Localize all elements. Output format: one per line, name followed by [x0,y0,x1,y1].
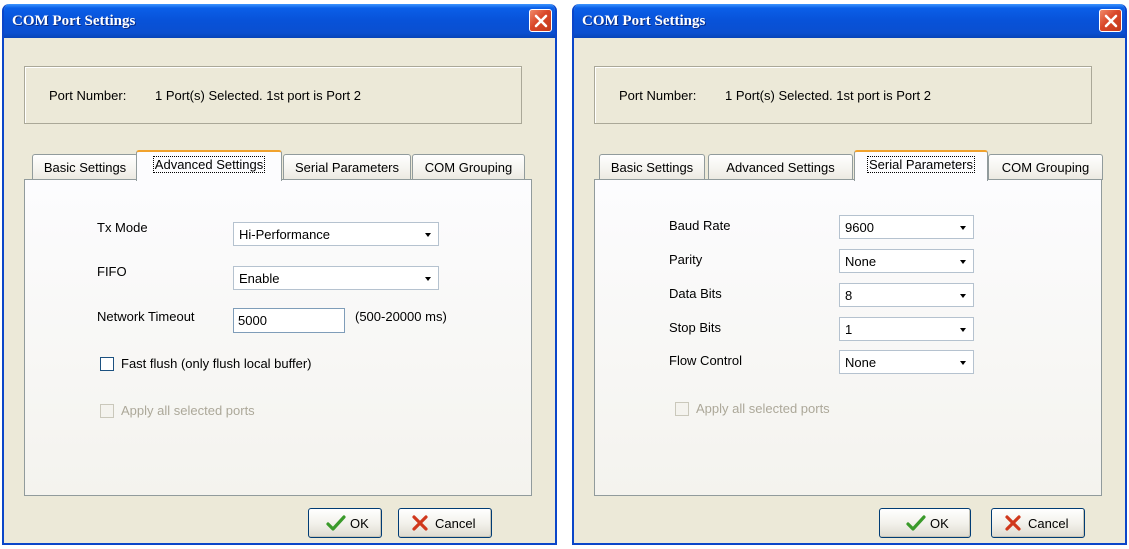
settings-tabs: Basic Settings Advanced Settings Serial … [24,150,544,181]
com-port-settings-dialog-serial: COM Port Settings Port Number: 1 Port(s)… [572,4,1127,545]
x-icon [412,515,428,531]
port-number-label: Port Number: [49,88,127,103]
chevron-down-icon[interactable] [954,217,972,237]
port-number-value: 1 Port(s) Selected. 1st port is Port 2 [155,88,361,103]
ok-button[interactable]: OK [879,508,971,538]
tab-com-grouping[interactable]: COM Grouping [412,154,525,180]
chevron-down-icon[interactable] [954,251,972,271]
close-button[interactable] [529,9,552,32]
tab-advanced-settings[interactable]: Advanced Settings [136,150,282,181]
tab-serial-parameters[interactable]: Serial Parameters [854,150,988,181]
tab-serial-parameters[interactable]: Serial Parameters [283,154,411,180]
com-port-settings-dialog-advanced: COM Port Settings Port Number: 1 Port(s)… [2,4,557,545]
parity-label: Parity [669,252,703,267]
close-icon [1104,14,1118,28]
flow-control-label: Flow Control [669,353,742,368]
baud-rate-label: Baud Rate [669,218,731,233]
network-timeout-input[interactable] [233,308,345,333]
serial-parameters-panel: Baud Rate 9600 Parity None Data Bits 8 S… [594,179,1102,496]
window-title: COM Port Settings [12,13,136,29]
chevron-down-icon[interactable] [954,285,972,305]
tab-basic-settings[interactable]: Basic Settings [599,154,705,180]
x-icon [1005,515,1021,531]
apply-all-label: Apply all selected ports [121,403,255,418]
port-number-value: 1 Port(s) Selected. 1st port is Port 2 [725,88,931,103]
network-timeout-label: Network Timeout [97,309,195,324]
apply-all-checkbox[interactable] [675,402,689,416]
network-timeout-hint: (500-20000 ms) [355,309,447,324]
fifo-dropdown[interactable]: Enable [233,266,439,290]
port-number-group: Port Number: 1 Port(s) Selected. 1st por… [594,66,1092,124]
chevron-down-icon[interactable] [419,268,437,288]
advanced-settings-panel: Tx Mode Hi-Performance FIFO Enable Netwo… [24,179,532,496]
cancel-button[interactable]: Cancel [991,508,1085,538]
checkmark-icon [906,515,926,531]
fast-flush-label[interactable]: Fast flush (only flush local buffer) [121,356,312,371]
title-bar[interactable]: COM Port Settings [574,4,1125,38]
apply-all-label: Apply all selected ports [696,401,830,416]
cancel-button[interactable]: Cancel [398,508,492,538]
window-title: COM Port Settings [582,13,706,29]
tab-advanced-settings[interactable]: Advanced Settings [708,154,853,180]
port-number-label: Port Number: [619,88,697,103]
port-number-group: Port Number: 1 Port(s) Selected. 1st por… [24,66,522,124]
tab-com-grouping[interactable]: COM Grouping [988,154,1103,180]
data-bits-label: Data Bits [669,286,722,301]
settings-tabs: Basic Settings Advanced Settings Serial … [594,150,1114,181]
tx-mode-dropdown[interactable]: Hi-Performance [233,222,439,246]
baud-rate-dropdown[interactable]: 9600 [839,215,974,239]
tx-mode-label: Tx Mode [97,220,148,235]
stop-bits-label: Stop Bits [669,320,722,335]
flow-control-dropdown[interactable]: None [839,350,974,374]
title-bar[interactable]: COM Port Settings [4,4,555,38]
tab-basic-settings[interactable]: Basic Settings [32,154,138,180]
parity-dropdown[interactable]: None [839,249,974,273]
fifo-label: FIFO [97,264,127,279]
chevron-down-icon[interactable] [419,224,437,244]
chevron-down-icon[interactable] [954,352,972,372]
ok-button[interactable]: OK [308,508,382,538]
fast-flush-checkbox[interactable] [100,357,114,371]
close-icon [534,14,548,28]
close-button[interactable] [1099,9,1122,32]
data-bits-dropdown[interactable]: 8 [839,283,974,307]
chevron-down-icon[interactable] [954,319,972,339]
network-timeout-field[interactable] [238,313,338,328]
checkmark-icon [326,515,346,531]
apply-all-checkbox[interactable] [100,404,114,418]
stop-bits-dropdown[interactable]: 1 [839,317,974,341]
